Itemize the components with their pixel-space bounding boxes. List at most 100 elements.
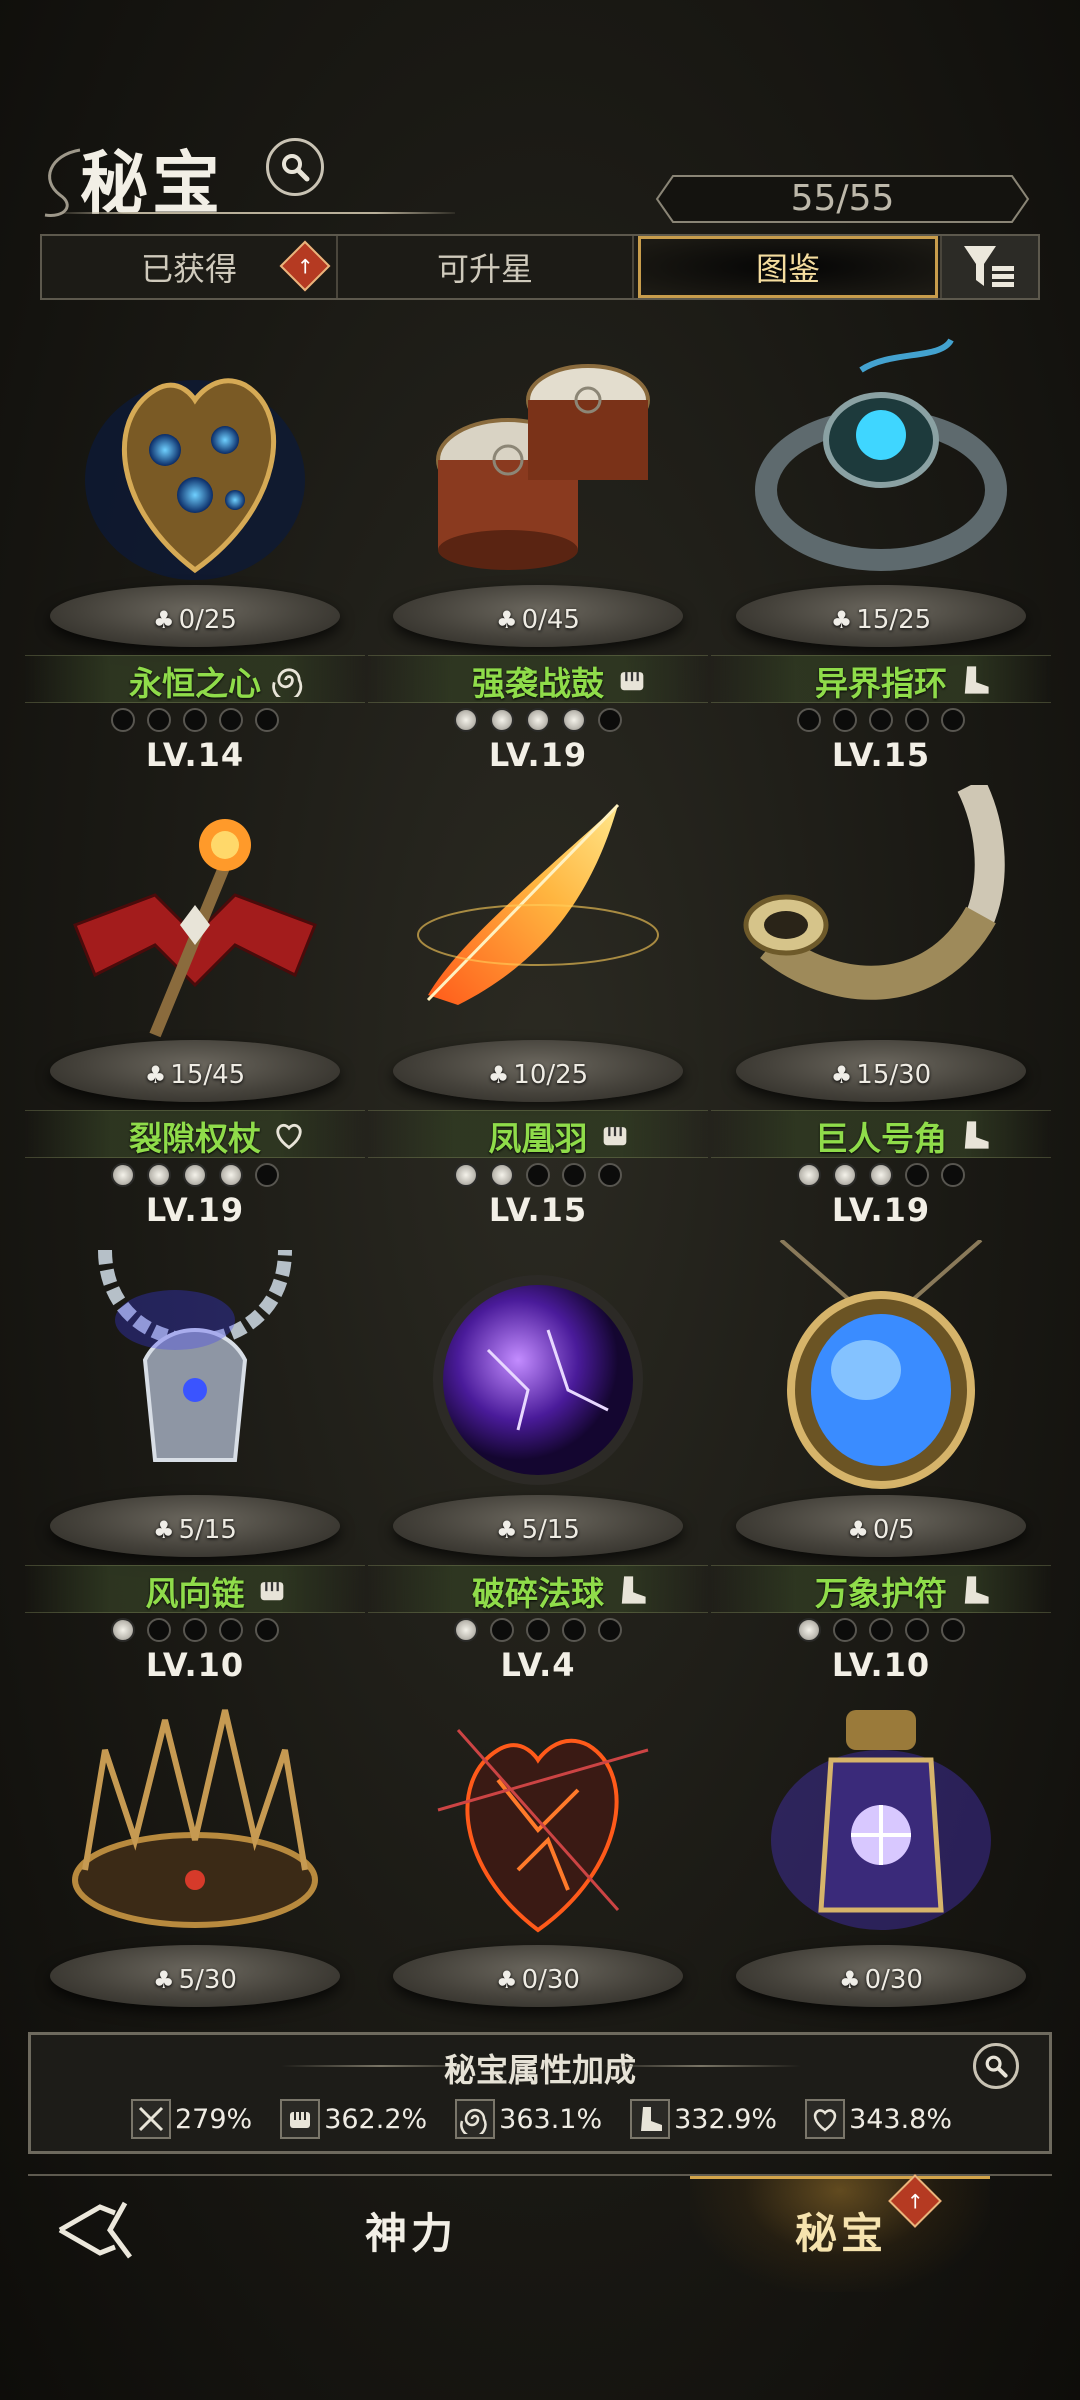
necklace-icon — [55, 1240, 335, 1500]
relic-card[interactable]: ♣ 0/45 强袭战鼓 LV.19 — [368, 330, 708, 774]
star-rating — [711, 1618, 1051, 1642]
relic-level: LV.19 — [488, 736, 588, 774]
search-button[interactable] — [266, 138, 324, 196]
progress-text: 15/25 — [856, 605, 932, 635]
star-dot — [147, 1618, 171, 1642]
star-dot — [219, 1618, 243, 1642]
boot-icon — [612, 1570, 652, 1610]
tab-obtained[interactable]: 已获得 ↑ — [42, 236, 338, 298]
relic-level: LV.10 — [831, 1646, 931, 1684]
relic-name: 强袭战鼓 — [472, 664, 604, 703]
star-dot — [490, 1163, 514, 1187]
relic-card[interactable]: ♣ 10/25 凤凰羽 LV.15 — [368, 785, 708, 1229]
ring-icon — [741, 330, 1021, 590]
star-rating — [368, 1163, 708, 1187]
nav-relics[interactable]: 秘宝 — [795, 2200, 887, 2261]
puzzle-piece-icon: ♣ — [830, 606, 853, 634]
relic-level: LV.19 — [831, 1191, 931, 1229]
back-arrow-icon — [58, 2201, 133, 2259]
star-dot — [941, 1163, 965, 1187]
relic-card[interactable]: ♣ 0/5 万象护符 LV.10 — [711, 1238, 1051, 1684]
fist-icon — [280, 2099, 321, 2139]
filter-button[interactable] — [940, 236, 1038, 298]
nav-divine-power[interactable]: 神力 — [365, 2200, 457, 2261]
star-dot — [598, 1163, 622, 1187]
stat-boot: 332.9% — [630, 2099, 777, 2139]
heart-icon — [269, 1115, 309, 1155]
shard-progress: ♣ 15/30 — [711, 1060, 1051, 1090]
star-dot — [562, 708, 586, 732]
scepter-icon — [55, 785, 335, 1045]
star-dot — [255, 1618, 279, 1642]
relic-level: LV.4 — [500, 1646, 576, 1684]
star-dot — [833, 1618, 857, 1642]
heart-relic-icon — [55, 330, 335, 590]
relic-card[interactable]: ♣ 15/25 异界指环 LV.15 — [711, 330, 1051, 774]
star-dot — [598, 1618, 622, 1642]
star-dot — [111, 1618, 135, 1642]
heart-icon — [805, 2099, 846, 2139]
progress-text: 10/25 — [513, 1060, 589, 1090]
progress-text: 0/30 — [521, 1965, 580, 1995]
progress-text: 0/45 — [521, 605, 580, 635]
star-dot — [454, 708, 478, 732]
relic-card[interactable]: ♣ 0/25 永恒之心 LV.14 — [25, 330, 365, 774]
star-dot — [905, 708, 929, 732]
relic-level: LV.14 — [145, 736, 245, 774]
fist-icon — [595, 1115, 635, 1155]
star-dot — [490, 708, 514, 732]
shard-progress: ♣ 15/25 — [711, 605, 1051, 635]
star-dot — [183, 708, 207, 732]
shard-progress: ♣ 10/25 — [368, 1060, 708, 1090]
relic-name: 万象护符 — [815, 1574, 947, 1613]
star-dot — [454, 1618, 478, 1642]
star-dot — [255, 708, 279, 732]
magnifier-icon — [282, 154, 310, 182]
puzzle-piece-icon: ♣ — [144, 1061, 167, 1089]
star-dot — [797, 708, 821, 732]
back-button[interactable] — [55, 2195, 145, 2265]
star-dot — [219, 708, 243, 732]
relic-card[interactable]: ♣ 15/45 裂隙权杖 LV.19 — [25, 785, 365, 1229]
star-dot — [255, 1163, 279, 1187]
tab-upgradable[interactable]: 可升星 — [338, 236, 634, 298]
progress-text: 5/15 — [521, 1515, 580, 1545]
puzzle-piece-icon: ♣ — [153, 1966, 175, 1994]
relic-level: LV.15 — [831, 736, 931, 774]
boot-icon — [955, 660, 995, 700]
sword-icon — [131, 2099, 171, 2139]
relic-level: LV.15 — [488, 1191, 588, 1229]
relic-name: 破碎法球 — [472, 1574, 604, 1613]
puzzle-piece-icon: ♣ — [487, 1061, 510, 1089]
progress-text: 0/25 — [178, 605, 237, 635]
relic-name: 凤凰羽 — [488, 1119, 588, 1158]
bonus-stats: 279% 362.2% 363.1% 332.9% 343.8% — [131, 2099, 952, 2139]
relic-card[interactable]: ♣ 5/15 破碎法球 LV.4 — [368, 1240, 708, 1684]
star-dot — [562, 1618, 586, 1642]
arcane-lantern-icon — [741, 1690, 1021, 1950]
filter-icon — [964, 246, 1014, 287]
puzzle-piece-icon: ♣ — [847, 1516, 869, 1544]
star-dot — [454, 1163, 478, 1187]
relic-name: 巨人号角 — [815, 1119, 947, 1158]
relic-level: LV.10 — [145, 1646, 245, 1684]
relic-card[interactable]: ♣ 15/30 巨人号角 LV.19 — [711, 778, 1051, 1229]
tab-bar: 已获得 ↑ 可升星 图鉴 — [40, 234, 1040, 300]
star-dot — [869, 1163, 893, 1187]
shard-progress: ♣ 15/45 — [25, 1060, 365, 1090]
star-dot — [526, 1618, 550, 1642]
tab-codex[interactable]: 图鉴 — [638, 236, 938, 298]
star-dot — [111, 708, 135, 732]
star-rating — [368, 708, 708, 732]
relic-card[interactable]: ♣ 5/15 风向链 LV.10 — [25, 1240, 365, 1684]
bonus-search-button[interactable] — [973, 2043, 1019, 2089]
star-rating — [25, 708, 365, 732]
magnifier-icon — [985, 2055, 1008, 2078]
relic-name: 异界指环 — [815, 664, 947, 703]
star-dot — [833, 708, 857, 732]
shard-progress: ♣ 5/15 — [368, 1515, 708, 1545]
stat-swirl: 363.1% — [455, 2099, 602, 2139]
horn-icon — [741, 778, 1021, 1045]
star-rating — [711, 708, 1051, 732]
phoenix-feather-icon — [398, 785, 678, 1045]
